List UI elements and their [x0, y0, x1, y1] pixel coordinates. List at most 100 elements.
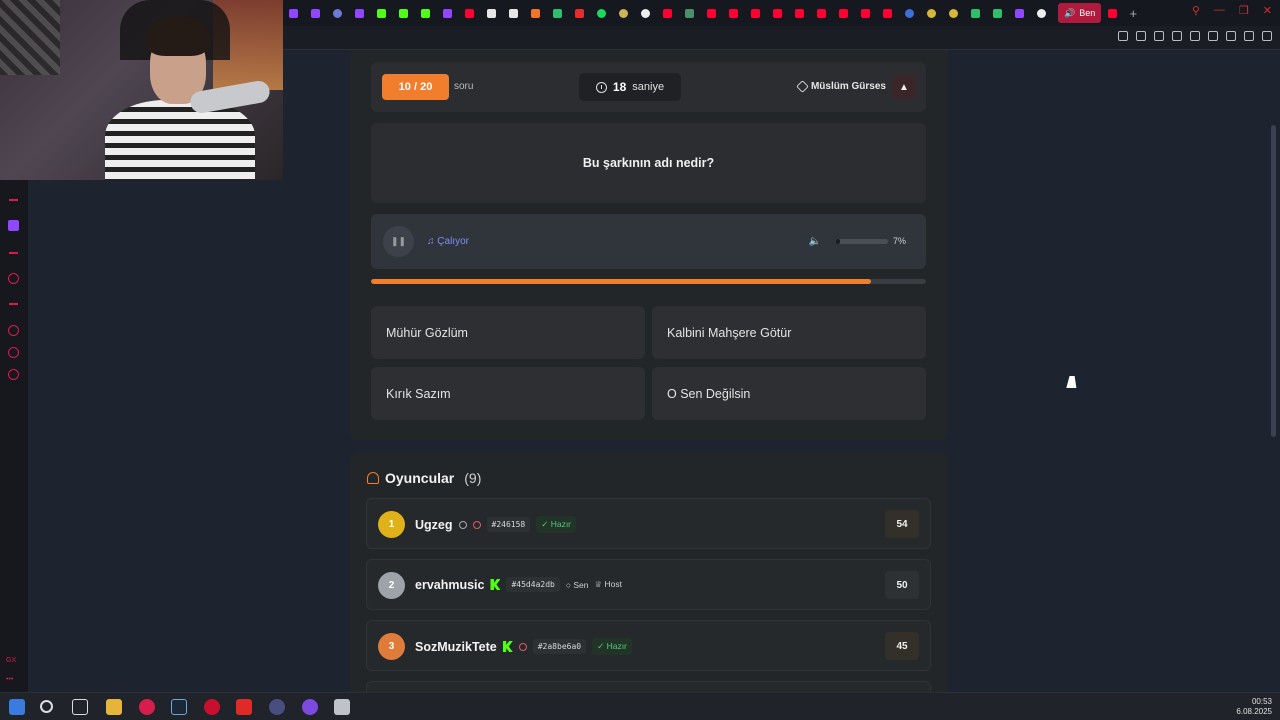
- player-name: ervahmusic: [415, 577, 485, 592]
- extensions-sidebar-icon[interactable]: [8, 347, 19, 358]
- player-row: [366, 681, 931, 692]
- tab-doc-2[interactable]: [502, 0, 524, 26]
- add-friend-icon[interactable]: [518, 642, 527, 651]
- windows-start-icon[interactable]: [9, 699, 25, 715]
- answer-option-3[interactable]: Kırık Sazım: [371, 367, 645, 420]
- minimize-icon[interactable]: —: [1214, 4, 1225, 17]
- tab-site-10[interactable]: [942, 0, 964, 26]
- players-panel: Oyuncular (9) 1 Ugzeg #246158 ✓ Hazır 54…: [350, 452, 948, 692]
- tab-site-11[interactable]: [964, 0, 986, 26]
- tab-youtube-9[interactable]: [832, 0, 854, 26]
- artist-name: Müslüm Gürses: [810, 81, 886, 92]
- menu-icon[interactable]: [1262, 31, 1272, 41]
- tab-site-7[interactable]: [678, 0, 700, 26]
- app-icon-red-1[interactable]: [204, 699, 220, 715]
- restore-icon[interactable]: ❐: [1239, 4, 1249, 17]
- answer-option-2[interactable]: Kalbini Mahşere Götür: [652, 306, 926, 359]
- host-label: Host: [604, 579, 622, 589]
- tab-site-4[interactable]: [568, 0, 590, 26]
- history-icon[interactable]: [8, 325, 19, 336]
- close-icon[interactable]: ✕: [1263, 4, 1272, 17]
- task-view-icon[interactable]: [72, 699, 88, 715]
- tab-kick-1[interactable]: [370, 0, 392, 26]
- players-count: (9): [464, 470, 482, 486]
- player-row: 1 Ugzeg #246158 ✓ Hazır 54: [366, 498, 931, 549]
- volume-slider[interactable]: [836, 239, 888, 244]
- opera-gx-icon[interactable]: [139, 699, 155, 715]
- tab-twitch-4[interactable]: [436, 0, 458, 26]
- extensions-icon[interactable]: [1208, 31, 1218, 41]
- tab-twitch-1[interactable]: [282, 0, 304, 26]
- page-scrollbar[interactable]: [1271, 125, 1276, 437]
- tab-twitch-3[interactable]: [348, 0, 370, 26]
- answer-option-1[interactable]: Mühür Gözlüm: [371, 306, 645, 359]
- media-player-icon[interactable]: [269, 699, 285, 715]
- screenshot-icon[interactable]: [1136, 31, 1146, 41]
- app-icon-red-2[interactable]: [236, 699, 252, 715]
- system-clock[interactable]: 00:53 6.08.2025: [1236, 697, 1272, 717]
- tab-youtube-4[interactable]: [722, 0, 744, 26]
- clock-icon: [595, 81, 607, 93]
- twitch-icon[interactable]: [8, 220, 19, 231]
- tab-site-2[interactable]: [524, 0, 546, 26]
- player-info: ervahmusic #45d4a2db ○ Sen ♕ Host: [415, 577, 622, 592]
- tab-site-3[interactable]: [546, 0, 568, 26]
- profile-icon[interactable]: [1226, 31, 1236, 41]
- tab-youtube-11[interactable]: [876, 0, 898, 26]
- play-icon[interactable]: [1172, 31, 1182, 41]
- steam-icon[interactable]: [171, 699, 187, 715]
- volume-icon[interactable]: 🔈: [809, 236, 821, 247]
- tab-site-1[interactable]: [326, 0, 348, 26]
- tab-site-6[interactable]: [634, 0, 656, 26]
- tab-kick-2[interactable]: [392, 0, 414, 26]
- tab-youtube-10[interactable]: [854, 0, 876, 26]
- tab-youtube-6[interactable]: [766, 0, 788, 26]
- tab-youtube-8[interactable]: [810, 0, 832, 26]
- tab-youtube-7[interactable]: [788, 0, 810, 26]
- tab-youtube-1[interactable]: [458, 0, 480, 26]
- more-icon[interactable]: •••: [6, 676, 13, 683]
- tab-site-12[interactable]: [986, 0, 1008, 26]
- pause-button[interactable]: ❚❚: [383, 226, 414, 257]
- new-tab-plus-icon[interactable]: +: [1123, 6, 1143, 21]
- webcam-overlay: [0, 0, 283, 180]
- player-score: 54: [885, 510, 919, 538]
- streamer-hair: [146, 16, 210, 56]
- heart-icon[interactable]: [1190, 31, 1200, 41]
- tab-twitch-2[interactable]: [304, 0, 326, 26]
- check-icon: ✓: [541, 519, 551, 529]
- answer-option-4[interactable]: O Sen Değilsin: [652, 367, 926, 420]
- tab-site-13[interactable]: [1030, 0, 1052, 26]
- app-icon-purple[interactable]: [302, 699, 318, 715]
- tab-kick-3[interactable]: [414, 0, 436, 26]
- tab-youtube-3[interactable]: [700, 0, 722, 26]
- download-icon[interactable]: [1244, 31, 1254, 41]
- settings-icon[interactable]: [8, 369, 19, 380]
- tab-active[interactable]: 🔊 Ben: [1058, 3, 1102, 23]
- sidebar-gx-label: GX: [6, 657, 17, 664]
- artist-hint: Müslüm Gürses: [796, 80, 886, 93]
- player-tag: #45d4a2db: [506, 577, 560, 592]
- tab-twitch-5[interactable]: [1008, 0, 1030, 26]
- app-icon-shield[interactable]: [334, 699, 350, 715]
- player-icon[interactable]: [8, 273, 19, 284]
- tab-spotify[interactable]: [590, 0, 612, 26]
- tab-doc-1[interactable]: [480, 0, 502, 26]
- tab-youtube-12[interactable]: [1101, 0, 1123, 26]
- tab-site-5[interactable]: [612, 0, 634, 26]
- tab-site-9[interactable]: [920, 0, 942, 26]
- report-button[interactable]: ▲: [892, 75, 916, 99]
- wall-photos: [0, 0, 60, 75]
- pause-icon: ❚❚: [390, 236, 407, 246]
- player-name: Ugzeg: [415, 517, 453, 532]
- tab-youtube-2[interactable]: [656, 0, 678, 26]
- pin-icon[interactable]: [1118, 31, 1128, 41]
- search-icon[interactable]: ⚲: [1192, 4, 1200, 17]
- player-score: 50: [885, 571, 919, 599]
- tab-youtube-5[interactable]: [744, 0, 766, 26]
- search-icon[interactable]: [40, 700, 53, 713]
- tab-site-8[interactable]: [898, 0, 920, 26]
- shield-icon[interactable]: [1154, 31, 1164, 41]
- file-explorer-icon[interactable]: [106, 699, 122, 715]
- add-friend-icon[interactable]: [472, 520, 481, 529]
